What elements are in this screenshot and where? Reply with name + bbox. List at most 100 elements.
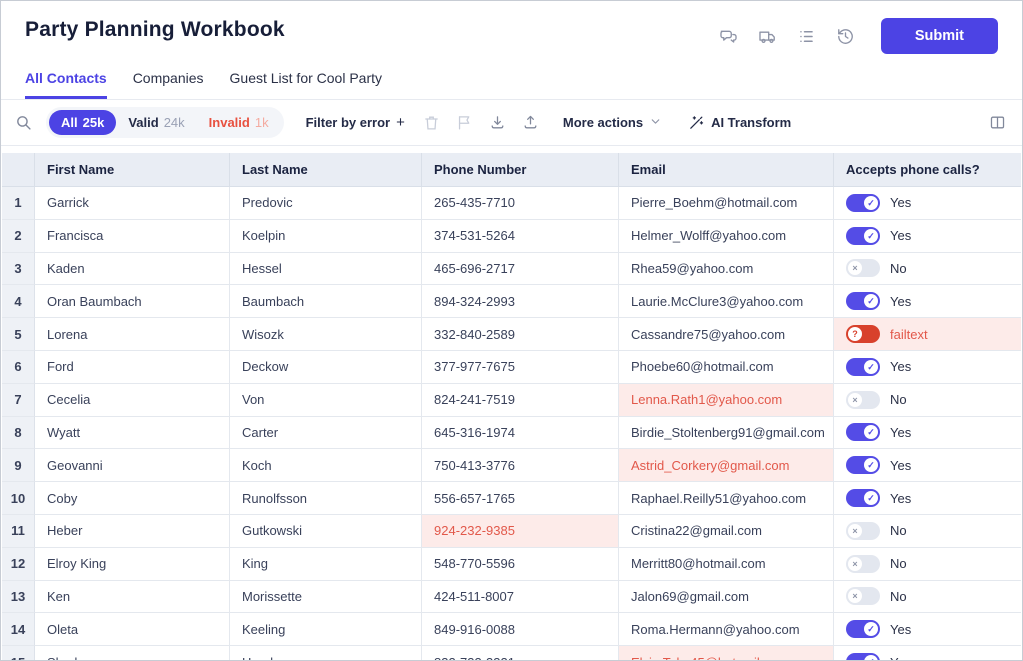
cell-first-name[interactable]: Coby [35, 482, 230, 515]
accepts-calls-toggle[interactable]: × [846, 587, 880, 605]
row-number[interactable]: 14 [2, 613, 35, 646]
cell-email[interactable]: Rhea59@yahoo.com [619, 253, 834, 286]
cell-last-name[interactable]: Keeling [230, 613, 422, 646]
cell-phone-number[interactable]: 556-657-1765 [422, 482, 619, 515]
accepts-calls-toggle[interactable]: ✓ [846, 620, 880, 638]
cell-phone-number[interactable]: 824-241-7519 [422, 384, 619, 417]
cell-first-name[interactable]: Cecelia [35, 384, 230, 417]
row-number[interactable]: 10 [2, 482, 35, 515]
cell-accepts-calls[interactable]: ?failtext [834, 318, 1021, 351]
cell-first-name[interactable]: Oleta [35, 613, 230, 646]
cell-first-name[interactable]: Elroy King [35, 548, 230, 581]
accepts-calls-toggle[interactable]: × [846, 555, 880, 573]
tab-guest-list[interactable]: Guest List for Cool Party [230, 70, 383, 99]
cell-accepts-calls[interactable]: ✓Yes [834, 351, 1021, 384]
filter-by-error-button[interactable]: Filter by error + [306, 114, 405, 131]
columns-icon[interactable] [989, 114, 1006, 131]
cell-last-name[interactable]: Deckow [230, 351, 422, 384]
cell-phone-number[interactable]: 894-324-2993 [422, 285, 619, 318]
cell-accepts-calls[interactable]: ✓Yes [834, 220, 1021, 253]
cell-email[interactable]: Astrid_Corkery@gmail.com [619, 449, 834, 482]
cell-last-name[interactable]: Morissette [230, 581, 422, 614]
cell-email[interactable]: Birdie_Stoltenberg91@gmail.com [619, 417, 834, 450]
row-number[interactable]: 5 [2, 318, 35, 351]
cell-last-name[interactable]: King [230, 548, 422, 581]
filter-invalid[interactable]: Invalid 1k [197, 110, 281, 135]
cell-accepts-calls[interactable]: ×No [834, 581, 1021, 614]
cell-phone-number[interactable]: 924-232-9385 [422, 515, 619, 548]
cell-email[interactable]: Lenna.Rath1@yahoo.com [619, 384, 834, 417]
cell-accepts-calls[interactable]: ×No [834, 548, 1021, 581]
row-number[interactable]: 7 [2, 384, 35, 417]
cell-last-name[interactable]: Predovic [230, 187, 422, 220]
accepts-calls-toggle[interactable]: ? [846, 325, 880, 343]
cell-phone-number[interactable]: 832-733-3321 [422, 646, 619, 660]
cell-accepts-calls[interactable]: ✓Yes [834, 613, 1021, 646]
cell-accepts-calls[interactable]: ✓Yes [834, 187, 1021, 220]
accepts-calls-toggle[interactable]: ✓ [846, 456, 880, 474]
row-number[interactable]: 2 [2, 220, 35, 253]
cell-last-name[interactable]: Carter [230, 417, 422, 450]
cell-last-name[interactable]: Von [230, 384, 422, 417]
flag-icon[interactable] [456, 114, 473, 131]
cell-last-name[interactable]: Runolfsson [230, 482, 422, 515]
cell-phone-number[interactable]: 849-916-0088 [422, 613, 619, 646]
cell-last-name[interactable]: Gutkowski [230, 515, 422, 548]
cell-phone-number[interactable]: 332-840-2589 [422, 318, 619, 351]
accepts-calls-toggle[interactable]: ✓ [846, 653, 880, 660]
upload-icon[interactable] [522, 114, 539, 131]
cell-accepts-calls[interactable]: ✓Yes [834, 482, 1021, 515]
cell-last-name[interactable]: Koelpin [230, 220, 422, 253]
cell-accepts-calls[interactable]: ×No [834, 253, 1021, 286]
cell-phone-number[interactable]: 374-531-5264 [422, 220, 619, 253]
cell-last-name[interactable]: Baumbach [230, 285, 422, 318]
accepts-calls-toggle[interactable]: ✓ [846, 423, 880, 441]
cell-first-name[interactable]: Lorena [35, 318, 230, 351]
accepts-calls-toggle[interactable]: ✓ [846, 489, 880, 507]
cell-phone-number[interactable]: 750-413-3776 [422, 449, 619, 482]
cell-phone-number[interactable]: 548-770-5596 [422, 548, 619, 581]
cell-accepts-calls[interactable]: ×No [834, 515, 1021, 548]
accepts-calls-toggle[interactable]: × [846, 259, 880, 277]
download-icon[interactable] [489, 114, 506, 131]
accepts-calls-toggle[interactable]: ✓ [846, 227, 880, 245]
cell-phone-number[interactable]: 465-696-2717 [422, 253, 619, 286]
cell-email[interactable]: Helmer_Wolff@yahoo.com [619, 220, 834, 253]
ai-transform-button[interactable]: AI Transform [688, 114, 791, 131]
truck-icon[interactable] [758, 27, 777, 46]
cell-accepts-calls[interactable]: ×No [834, 384, 1021, 417]
row-number[interactable]: 13 [2, 581, 35, 614]
row-number[interactable]: 15 [2, 646, 35, 660]
row-number[interactable]: 1 [2, 187, 35, 220]
accepts-calls-toggle[interactable]: × [846, 522, 880, 540]
row-number[interactable]: 6 [2, 351, 35, 384]
cell-phone-number[interactable]: 645-316-1974 [422, 417, 619, 450]
row-number[interactable]: 8 [2, 417, 35, 450]
cell-email[interactable]: Roma.Hermann@yahoo.com [619, 613, 834, 646]
cell-last-name[interactable]: Wisozk [230, 318, 422, 351]
cell-accepts-calls[interactable]: ✓Yes [834, 285, 1021, 318]
row-number[interactable]: 12 [2, 548, 35, 581]
search-icon[interactable] [15, 114, 32, 131]
column-header-accepts-calls[interactable]: Accepts phone calls? [834, 153, 1021, 187]
cell-accepts-calls[interactable]: ✓Yes [834, 449, 1021, 482]
accepts-calls-toggle[interactable]: ✓ [846, 292, 880, 310]
accepts-calls-toggle[interactable]: ✓ [846, 194, 880, 212]
cell-first-name[interactable]: Francisca [35, 220, 230, 253]
accepts-calls-toggle[interactable]: ✓ [846, 358, 880, 376]
column-header-email[interactable]: Email [619, 153, 834, 187]
cell-email[interactable]: Merritt80@hotmail.com [619, 548, 834, 581]
cell-phone-number[interactable]: 265-435-7710 [422, 187, 619, 220]
cell-email[interactable]: Pierre_Boehm@hotmail.com [619, 187, 834, 220]
submit-button[interactable]: Submit [881, 18, 998, 54]
accepts-calls-toggle[interactable]: × [846, 391, 880, 409]
comments-icon[interactable] [719, 27, 738, 46]
cell-email[interactable]: Jalon69@gmail.com [619, 581, 834, 614]
cell-first-name[interactable]: Garrick [35, 187, 230, 220]
column-header-first-name[interactable]: First Name [35, 153, 230, 187]
list-icon[interactable] [797, 27, 816, 46]
row-number[interactable]: 9 [2, 449, 35, 482]
cell-first-name[interactable]: Shad [35, 646, 230, 660]
cell-email[interactable]: Phoebe60@hotmail.com [619, 351, 834, 384]
delete-icon[interactable] [423, 114, 440, 131]
